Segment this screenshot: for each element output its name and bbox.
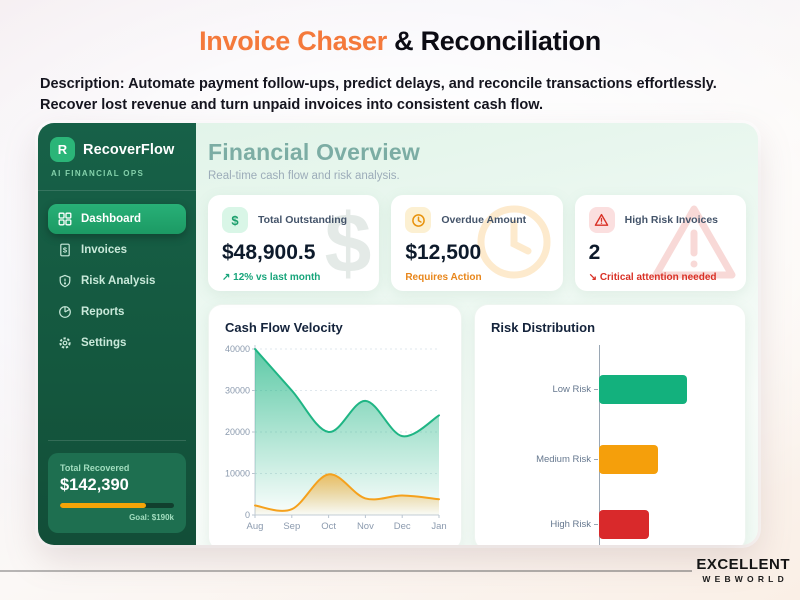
sidebar: R RecoverFlow AI FINANCIAL OPS Dashboard… [38,123,196,545]
axis-tick [594,524,598,525]
svg-text:Nov: Nov [357,521,374,532]
bar-row-high-risk: High Risk [491,510,729,539]
stat-cards-row: $ $ Total Outstanding $48,900.5 ↗ 12% vs… [208,195,746,291]
sidebar-item-label: Dashboard [81,213,141,225]
sidebar-item-invoices[interactable]: $ Invoices [48,235,186,265]
brand-logo: R RecoverFlow [50,137,184,162]
bar-medium-risk [599,445,658,474]
risk-bar-chart: Low Risk Medium Risk High Risk [491,345,729,545]
description-line-1: Description: Automate payment follow-ups… [40,74,770,95]
stat-label: High Risk Invoices [625,214,718,226]
recovered-value: $142,390 [60,476,174,495]
svg-text:Oct: Oct [321,521,336,532]
page-title-accent: Invoice Chaser [199,26,387,56]
sidebar-item-label: Risk Analysis [81,275,155,287]
svg-text:Jan: Jan [431,521,446,532]
footer-brand-logo: EXCELLENT WEBWORLD [696,556,790,584]
axis-tick [594,459,598,460]
page-title-rest: & Reconciliation [387,26,601,56]
stat-value: $12,500 [405,241,548,265]
dashboard-panel: R RecoverFlow AI FINANCIAL OPS Dashboard… [38,123,758,545]
dashboard-grid-icon [58,212,72,226]
stat-delta: Requires Action [405,272,548,283]
sidebar-item-dashboard[interactable]: Dashboard [48,204,186,234]
bar-label: High Risk [491,519,591,530]
description-label: Description: [40,76,125,92]
svg-text:0: 0 [245,510,250,520]
chart-title: Risk Distribution [491,320,729,335]
bar-row-low-risk: Low Risk [491,375,729,404]
footer-brand-line2: WEBWORLD [700,574,790,584]
stat-delta: ↗ 12% vs last month [222,272,365,283]
invoice-dollar-icon: $ [58,243,72,257]
sidebar-menu: Dashboard $ Invoices Risk Analysis [38,191,196,359]
charts-row: Cash Flow Velocity 0 10000 20000 30000 40000… [208,304,746,545]
svg-text:Aug: Aug [247,521,264,532]
stat-card-total-outstanding: $ $ Total Outstanding $48,900.5 ↗ 12% vs… [208,195,379,291]
svg-text:$: $ [63,246,68,255]
warning-triangle-icon [589,207,615,233]
sidebar-item-settings[interactable]: Settings [48,328,186,358]
stat-value: 2 [589,241,732,265]
main-content: Financial Overview Real-time cash flow a… [196,123,758,545]
section-subtitle: Real-time cash flow and risk analysis. [208,170,746,182]
brand-tagline: AI FINANCIAL OPS [51,169,196,178]
bar-label: Low Risk [491,384,591,395]
footer-divider [0,570,692,572]
svg-text:Sep: Sep [283,521,300,532]
logo-badge: R [50,137,75,162]
description-line-2: Recover lost revenue and turn unpaid inv… [40,95,770,116]
svg-text:Dec: Dec [394,521,411,532]
bar-low-risk [599,375,687,404]
bar-row-medium-risk: Medium Risk [491,445,729,474]
svg-text:10000: 10000 [225,469,250,479]
svg-text:30000: 30000 [225,386,250,396]
risk-distribution-chart-card: Risk Distribution Low Risk Medium Risk [474,304,746,545]
sidebar-item-reports[interactable]: Reports [48,297,186,327]
stat-label: Overdue Amount [441,214,526,226]
progress-fill [60,503,146,508]
recovered-progress-track [60,503,174,508]
stat-card-high-risk-invoices: High Risk Invoices 2 ↘ Critical attentio… [575,195,746,291]
brand-name: RecoverFlow [83,142,174,158]
bar-label: Medium Risk [491,454,591,465]
bar-high-risk [599,510,649,539]
clock-icon [405,207,431,233]
risk-shield-icon [58,274,72,288]
svg-text:20000: 20000 [225,427,250,437]
dollar-icon: $ [222,207,248,233]
recovered-label: Total Recovered [60,463,174,473]
stat-label: Total Outstanding [258,214,347,226]
svg-text:40000: 40000 [225,344,250,354]
sidebar-item-risk-analysis[interactable]: Risk Analysis [48,266,186,296]
page-title: Invoice Chaser & Reconciliation [0,26,800,57]
stat-delta: ↘ Critical attention needed [589,272,732,283]
sidebar-item-label: Invoices [81,244,127,256]
sidebar-bottom: Total Recovered $142,390 Goal: $190k [38,440,196,545]
total-recovered-card: Total Recovered $142,390 Goal: $190k [48,453,186,533]
cash-flow-chart-card: Cash Flow Velocity 0 10000 20000 30000 40000… [208,304,462,545]
sidebar-item-label: Reports [81,306,124,318]
section-title: Financial Overview [208,139,746,166]
pie-chart-icon [58,305,72,319]
gear-icon [58,336,72,350]
page-description: Description: Automate payment follow-ups… [40,74,770,116]
chart-title: Cash Flow Velocity [225,320,445,335]
cash-flow-area-chart: 0 10000 20000 30000 40000 Aug Sep Oct Nov Dec Jan [225,341,447,541]
footer-brand-line1: EXCELLENT [696,556,790,573]
stat-value: $48,900.5 [222,241,365,265]
axis-tick [594,389,598,390]
recovered-goal: Goal: $190k [60,513,174,522]
sidebar-item-label: Settings [81,337,126,349]
stat-card-overdue-amount: Overdue Amount $12,500 Requires Action [391,195,562,291]
sidebar-divider [48,440,186,441]
